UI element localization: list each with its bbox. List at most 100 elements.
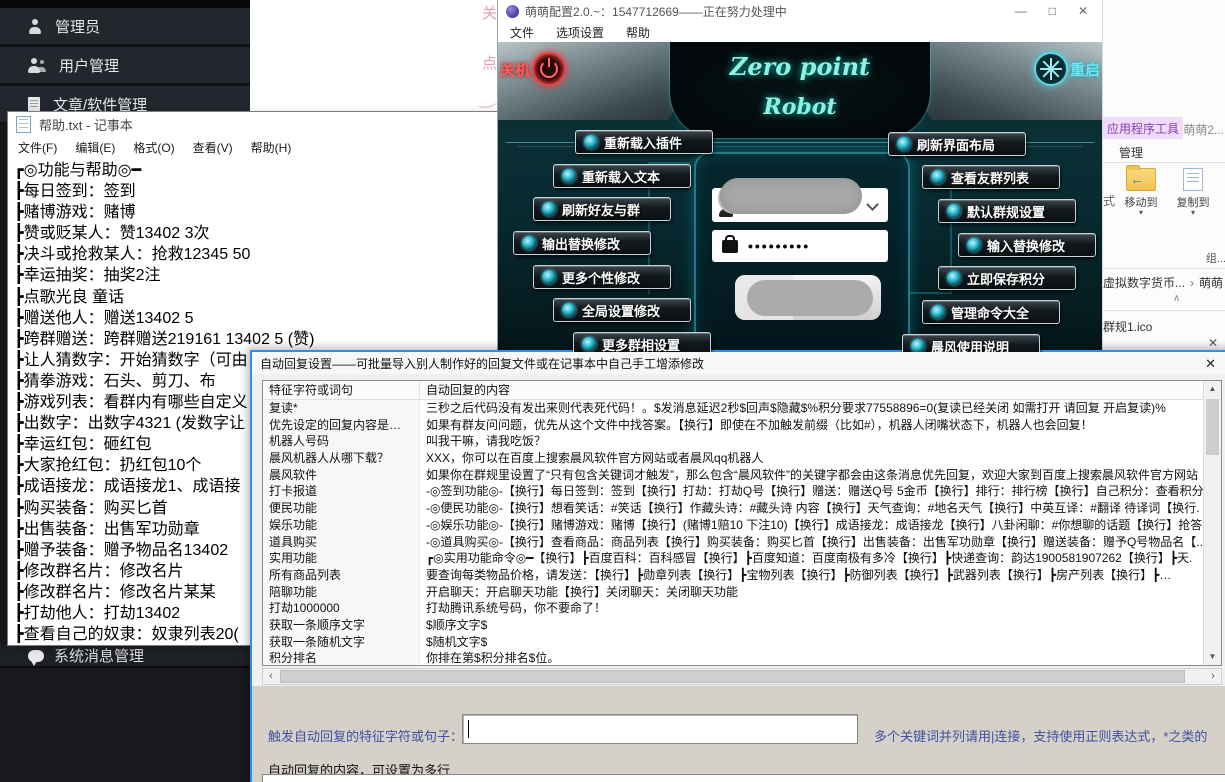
login-button-censored[interactable] (735, 275, 881, 320)
autoreply-row[interactable]: 积分排名 你排在第$积分排名$位。 (263, 650, 1204, 666)
chevron-down-icon[interactable] (866, 198, 879, 211)
horizontal-scrollbar[interactable]: ‹ › (262, 668, 1222, 685)
autoreply-row[interactable]: 获取一条顺序文字 $顺序文字$ (263, 617, 1204, 634)
file-name-label[interactable]: 群规1.ico (1103, 318, 1152, 335)
bot-action-button[interactable]: 输入替换修改 (958, 233, 1096, 257)
bot-titlebar[interactable]: 萌萌配置2.0.~：1547712669——正在努力处理中 — □ ✕ (498, 0, 1102, 22)
sidebar-item-admin[interactable]: 管理员 (0, 8, 250, 47)
reply-content-textarea[interactable] (262, 774, 1225, 782)
move-to-button[interactable]: ← 移动到 ▾ (1119, 168, 1163, 216)
autoreply-row[interactable]: 实用功能 ┏◎实用功能命令◎━【换行】┣百度百科：百科感冒【换行】┣百度知道：百… (263, 550, 1204, 567)
bot-action-label: 输入替换修改 (987, 236, 1065, 255)
copy-to-button[interactable]: 复制到 ▾ (1171, 168, 1215, 216)
trigger-cell: 复读* (263, 400, 420, 417)
trigger-cell: 晨风机器人从哪下载？ (263, 450, 420, 467)
explorer-app-tools-tab[interactable]: 应用程序工具 (1103, 117, 1183, 139)
reply-cell: -◎道具购买◎-【换行】查看商品：商品列表【换行】购买装备：购买匕首【换行】出售… (420, 534, 1204, 551)
gear-icon (947, 204, 961, 218)
autoreply-row[interactable]: 优先设定的回复内容是… 如果有群友问问题，优先从这个文件中找答案。【换行】即使在… (263, 417, 1204, 434)
account-combobox[interactable] (712, 188, 888, 222)
bot-action-label: 查看友群列表 (951, 168, 1029, 187)
vertical-scrollbar[interactable]: ▲ ▼ (1203, 381, 1221, 665)
close-button[interactable]: ✕ (1078, 4, 1088, 18)
reply-cell: XXX，你可以在百度上搜索晨风软件官方网站或者晨风qq机器人 (420, 450, 1204, 467)
notepad-line: ┣幸运抽奖：抽奖2注 (14, 265, 498, 286)
autoreply-row[interactable]: 晨风软件 如果你在群规里设置了“只有包含关键词才触发”，那么包含“晨风软件”的关… (263, 467, 1204, 484)
trigger-input[interactable] (462, 714, 858, 744)
autoreply-row[interactable]: 道具购买 -◎道具购买◎-【换行】查看商品：商品列表【换行】购买装备：购买匕首【… (263, 534, 1204, 551)
sidebar-item-user-management[interactable]: 用户管理 (0, 47, 250, 86)
divider (1103, 310, 1225, 311)
scroll-left-arrow[interactable]: ‹ (263, 669, 279, 684)
autoreply-row[interactable]: 复读* 三秒之后代码没有发出来则代表死代码！。$发消息延迟2秒$回声$隐藏$%积… (263, 400, 1204, 417)
bot-action-button[interactable]: 立即保存积分 (938, 266, 1076, 290)
breadcrumb-folder[interactable]: 萌萌 (1199, 274, 1223, 291)
sidebar-item-system-messages[interactable]: 系统消息管理 (0, 645, 250, 668)
close-icon[interactable]: ✕ (1208, 336, 1218, 350)
autoreply-row[interactable]: 陪聊功能 开启聊天：开启聊天功能【换行】关闭聊天：关闭聊天功能 (263, 584, 1204, 601)
shutdown-button[interactable]: 关机 (500, 52, 566, 86)
menu-file[interactable]: 文件 (510, 24, 534, 41)
autoreply-row[interactable]: 晨风机器人从哪下载？ XXX，你可以在百度上搜索晨风软件官方网站或者晨风qq机器… (263, 450, 1204, 467)
skin-title-line2: Robot (498, 94, 1102, 120)
trigger-cell: 优先设定的回复内容是… (263, 417, 420, 434)
bot-action-button[interactable]: 重新载入文本 (553, 164, 691, 188)
menu-edit[interactable]: 编辑(E) (75, 139, 115, 156)
bot-action-button[interactable]: 查看友群列表 (922, 165, 1060, 189)
autoreply-settings-window: 自动回复设置——可批量导入别人制作好的回复文件或在记事本中自己手工增添修改 ✕ … (250, 350, 1225, 782)
scroll-right-arrow[interactable]: › (1205, 669, 1221, 684)
collapse-ribbon-chevron[interactable]: ∧ (1173, 293, 1180, 304)
notepad-line: ┣点歌光良 童话 (14, 287, 498, 308)
explorer-manage-tab[interactable]: 管理 (1119, 144, 1143, 161)
autoreply-row[interactable]: 打劫1000000 打劫腾讯系统号码，你不要命了！ (263, 600, 1204, 617)
autoreply-row[interactable]: 所有商品列表 要查询每类物品价格，请发送：【换行】┣勋章列表【换行】┣宝物列表【… (263, 567, 1204, 584)
scrollbar-thumb[interactable] (280, 670, 1185, 683)
bot-action-button[interactable]: 刷新好友与群 (533, 197, 671, 221)
menu-file[interactable]: 文件(F) (18, 139, 57, 156)
bot-action-button[interactable]: 重新载入插件 (575, 130, 713, 154)
notepad-icon (16, 116, 31, 133)
person-icon (28, 19, 42, 34)
breadcrumb-folder[interactable]: 虚拟数字货币... (1103, 274, 1185, 291)
menu-help[interactable]: 帮助(H) (251, 139, 292, 156)
reply-cell: 要查询每类物品价格，请发送：【换行】┣勋章列表【换行】┣宝物列表【换行】┣防御列… (420, 567, 1204, 584)
autoreply-row[interactable]: 打卡报道 -◎签到功能◎-【换行】每日签到：签到【换行】打劫：打劫Q号【换行】赠… (263, 483, 1204, 500)
restart-label: 重启 (1070, 59, 1100, 80)
minimize-button[interactable]: — (1015, 4, 1027, 18)
close-icon[interactable]: ✕ (1205, 356, 1216, 372)
restart-button[interactable]: 重启 (1034, 52, 1100, 86)
bot-action-button[interactable]: 输出替换修改 (513, 231, 651, 255)
menu-options[interactable]: 选项设置 (556, 24, 604, 41)
bot-action-button[interactable]: 更多个性修改 (533, 265, 671, 289)
autoreply-title: 自动回复设置——可批量导入别人制作好的回复文件或在记事本中自己手工增添修改 (260, 355, 704, 372)
menu-format[interactable]: 格式(O) (133, 139, 174, 156)
notepad-line: ┣决斗或抢救某人：抢救12345 50 (14, 244, 498, 265)
bot-action-button[interactable]: 管理命令大全 (922, 300, 1060, 324)
notepad-titlebar[interactable]: 帮助.txt - 记事本 (8, 112, 498, 136)
menu-help[interactable]: 帮助 (626, 24, 650, 41)
bot-action-label: 默认群规设置 (967, 202, 1045, 221)
bot-action-button[interactable]: 默认群规设置 (938, 199, 1076, 223)
bot-action-button[interactable]: 刷新界面布局 (888, 132, 1026, 156)
bot-action-label: 立即保存积分 (967, 269, 1045, 288)
bot-action-button[interactable]: 晨风使用说明 (902, 334, 1040, 352)
folder-move-icon: ← (1126, 168, 1156, 191)
reply-cell: 开启聊天：开启聊天功能【换行】关闭聊天：关闭聊天功能 (420, 584, 1204, 601)
password-field[interactable]: ••••••••• (712, 230, 888, 262)
scrollbar-thumb[interactable] (1206, 399, 1219, 455)
autoreply-titlebar[interactable]: 自动回复设置——可批量导入别人制作好的回复文件或在记事本中自己手工增添修改 (252, 352, 1225, 374)
autoreply-row[interactable]: 获取一条随机文字 $随机文字$ (263, 634, 1204, 651)
scroll-down-arrow[interactable]: ▼ (1204, 649, 1221, 665)
bot-action-button[interactable]: 更多群相设置 (573, 332, 711, 352)
autoreply-row[interactable]: 娱乐功能 -◎娱乐功能◎-【换行】赌博游戏：赌博【换行】(赌博1赔10 下注10… (263, 517, 1204, 534)
scroll-up-arrow[interactable]: ▲ (1204, 381, 1221, 397)
maximize-button[interactable]: □ (1049, 4, 1056, 18)
shutdown-label: 关机 (500, 59, 530, 80)
autoreply-row[interactable]: 机器人号码 叫我干嘛，请我吃饭？ (263, 433, 1204, 450)
menu-view[interactable]: 查看(V) (193, 139, 233, 156)
power-icon (532, 52, 566, 86)
bot-action-button[interactable]: 全局设置修改 (553, 298, 691, 322)
clipped-label-fragment: 式 (1103, 192, 1115, 209)
breadcrumb[interactable]: 虚拟数字货币... › 萌萌 (1103, 274, 1223, 291)
autoreply-row[interactable]: 便民功能 -◎便民功能◎-【换行】想看笑话：#笑话【换行】作藏头诗：#藏头诗 内… (263, 500, 1204, 517)
